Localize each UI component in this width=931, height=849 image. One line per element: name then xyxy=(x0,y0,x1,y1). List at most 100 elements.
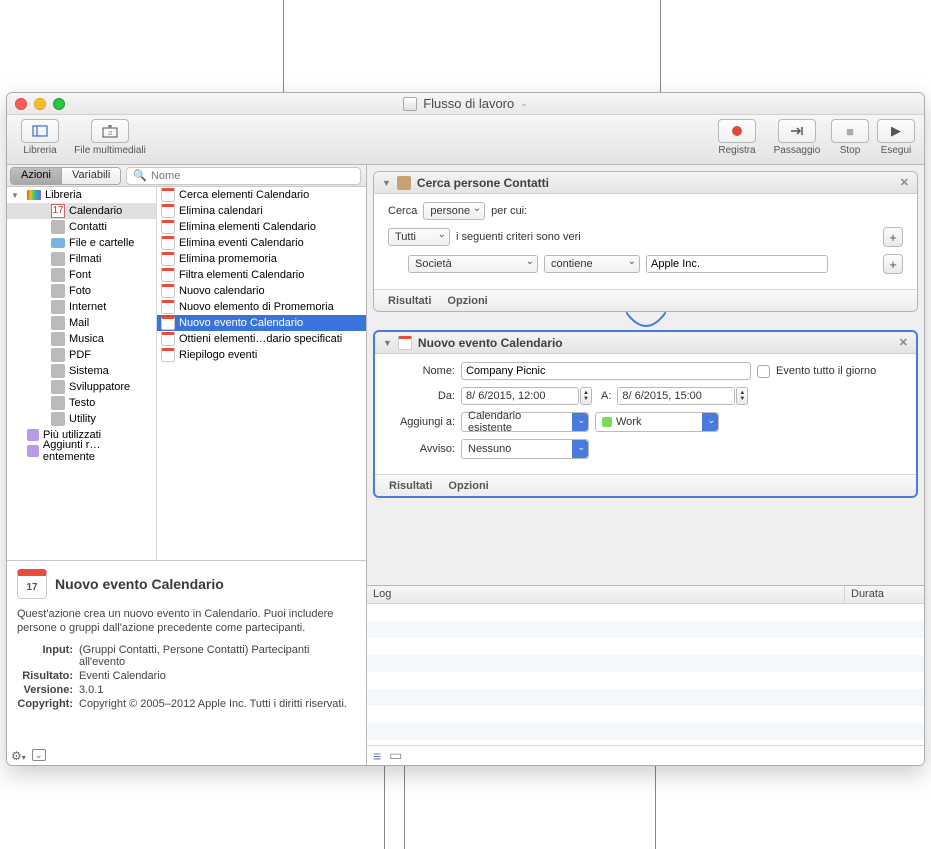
category-item[interactable]: Internet xyxy=(7,299,156,315)
category-item[interactable]: Foto xyxy=(7,283,156,299)
category-item[interactable]: Font xyxy=(7,267,156,283)
category-item[interactable]: Aggiunti r…entemente xyxy=(7,443,156,459)
action-info-pane: 17 Nuovo evento Calendario Quest'azione … xyxy=(7,560,366,765)
log-view-list-icon[interactable]: ≡ xyxy=(373,748,381,764)
step-icon xyxy=(778,119,816,143)
log-view-flow-icon[interactable]: ▭ xyxy=(389,747,402,764)
actions-list: Cerca elementi CalendarioElimina calenda… xyxy=(157,187,366,560)
to-date-stepper[interactable]: 8/ 6/2015, 15:00▲▼ xyxy=(617,387,735,405)
category-item[interactable]: Utility xyxy=(7,411,156,427)
info-copyright-label: Copyright: xyxy=(17,698,73,710)
disclosure-icon[interactable]: ▼ xyxy=(383,338,392,348)
addto-label: Aggiungi a: xyxy=(389,416,455,428)
action-list-item[interactable]: Nuovo elemento di Promemoria xyxy=(157,299,366,315)
search-field[interactable]: 🔍 xyxy=(126,167,361,185)
action-title: Cerca persone Contatti xyxy=(417,176,549,190)
info-input-value: (Gruppi Contatti, Persone Contatti) Part… xyxy=(79,644,356,668)
disclosure-icon[interactable]: ▼ xyxy=(382,178,391,188)
action-list-item[interactable]: Elimina calendari xyxy=(157,203,366,219)
alarm-label: Avviso: xyxy=(389,443,455,455)
info-version-value: 3.0.1 xyxy=(79,684,356,696)
toolbar-media-button[interactable]: ♫ File multimediali xyxy=(71,119,149,156)
search-input[interactable] xyxy=(151,170,354,182)
category-list: ▼Libreria17CalendarioContattiFile e cart… xyxy=(7,187,157,560)
toolbar-step-label: Passaggio xyxy=(774,145,821,156)
action-list-item[interactable]: Elimina eventi Calendario xyxy=(157,235,366,251)
field-select[interactable]: Società xyxy=(408,255,538,273)
category-item[interactable]: ▼Libreria xyxy=(7,187,156,203)
addto-select[interactable]: Calendario esistente xyxy=(461,412,589,432)
action-list-item[interactable]: Cerca elementi Calendario xyxy=(157,187,366,203)
category-item[interactable]: 17Calendario xyxy=(7,203,156,219)
results-tab[interactable]: Risultati xyxy=(389,480,432,492)
info-result-label: Risultato: xyxy=(17,670,73,682)
action-list-item[interactable]: Elimina elementi Calendario xyxy=(157,219,366,235)
category-item[interactable]: Filmati xyxy=(7,251,156,267)
toolbar: Libreria ♫ File multimediali Registra Pa… xyxy=(7,115,924,165)
expand-icon[interactable]: ⌄ xyxy=(32,749,46,761)
category-item[interactable]: PDF xyxy=(7,347,156,363)
action-header[interactable]: ▼ Nuovo evento Calendario ✕ xyxy=(375,332,916,354)
toolbar-media-label: File multimediali xyxy=(74,145,146,156)
gear-icon[interactable]: ⚙︎▾ xyxy=(11,749,26,763)
workflow-pane: ▼ Cerca persone Contatti ✕ Cerca persone… xyxy=(367,165,924,765)
document-icon xyxy=(403,97,417,111)
options-tab[interactable]: Opzioni xyxy=(447,295,487,307)
toolbar-library-label: Libreria xyxy=(23,145,56,156)
close-icon[interactable]: ✕ xyxy=(900,176,909,189)
whose-label: per cui: xyxy=(491,205,527,217)
action-list-item[interactable]: Riepilogo eventi xyxy=(157,347,366,363)
category-item[interactable]: File e cartelle xyxy=(7,235,156,251)
category-item[interactable]: Testo xyxy=(7,395,156,411)
results-tab[interactable]: Risultati xyxy=(388,295,431,307)
close-icon[interactable]: ✕ xyxy=(899,336,908,349)
scope-select[interactable]: Tutti xyxy=(388,228,450,246)
title-chevron-icon[interactable]: ⌄ xyxy=(520,98,528,109)
segment-actions[interactable]: Azioni xyxy=(11,168,62,184)
action-list-item[interactable]: Nuovo evento Calendario xyxy=(157,315,366,331)
toolbar-record-button[interactable]: Registra xyxy=(710,119,764,156)
action-list-item[interactable]: Nuovo calendario xyxy=(157,283,366,299)
log-footer: ≡ ▭ xyxy=(367,745,924,765)
toolbar-library-button[interactable]: Libreria xyxy=(15,119,65,156)
operator-select[interactable]: contiene xyxy=(544,255,640,273)
info-header: 17 Nuovo evento Calendario xyxy=(17,569,356,599)
category-item[interactable]: Sviluppatore xyxy=(7,379,156,395)
log-col-duration[interactable]: Durata xyxy=(845,586,924,603)
workflow-canvas[interactable]: ▼ Cerca persone Contatti ✕ Cerca persone… xyxy=(367,165,924,585)
add-criterion-button[interactable]: + xyxy=(883,254,903,274)
action-list-item[interactable]: Ottieni elementi…dario specificati xyxy=(157,331,366,347)
options-tab[interactable]: Opzioni xyxy=(448,480,488,492)
toolbar-stop-button[interactable]: ■ Stop xyxy=(830,119,870,156)
category-item[interactable]: Mail xyxy=(7,315,156,331)
log-body xyxy=(367,604,924,745)
segment-variables[interactable]: Variabili xyxy=(62,168,120,184)
alarm-select[interactable]: Nessuno xyxy=(461,439,589,459)
window-title-text: Flusso di lavoro xyxy=(423,96,514,111)
calendar-select[interactable]: Work xyxy=(595,412,719,432)
find-type-select[interactable]: persone xyxy=(423,202,485,220)
action-list-item[interactable]: Filtra elementi Calendario xyxy=(157,267,366,283)
calendar-icon xyxy=(398,336,412,350)
toolbar-right: Registra Passaggio ■ Stop ▶ Esegui xyxy=(710,119,916,156)
toolbar-run-label: Esegui xyxy=(881,145,912,156)
segment-control[interactable]: Azioni Variabili xyxy=(10,167,121,185)
category-item[interactable]: Contatti xyxy=(7,219,156,235)
action-new-calendar-event: ▼ Nuovo evento Calendario ✕ Nome: Evento… xyxy=(373,330,918,498)
allday-checkbox[interactable] xyxy=(757,365,770,378)
toolbar-run-button[interactable]: ▶ Esegui xyxy=(876,119,916,156)
library-icon xyxy=(21,119,59,143)
record-icon xyxy=(718,119,756,143)
media-icon: ♫ xyxy=(91,119,129,143)
add-criterion-button[interactable]: + xyxy=(883,227,903,247)
value-input[interactable] xyxy=(646,255,828,273)
log-col-log[interactable]: Log xyxy=(367,586,845,603)
action-list-item[interactable]: Elimina promemoria xyxy=(157,251,366,267)
contacts-icon xyxy=(397,176,411,190)
event-name-input[interactable] xyxy=(461,362,751,380)
toolbar-step-button[interactable]: Passaggio xyxy=(770,119,824,156)
category-item[interactable]: Sistema xyxy=(7,363,156,379)
action-header[interactable]: ▼ Cerca persone Contatti ✕ xyxy=(374,172,917,194)
from-date-stepper[interactable]: 8/ 6/2015, 12:00▲▼ xyxy=(461,387,579,405)
category-item[interactable]: Musica xyxy=(7,331,156,347)
